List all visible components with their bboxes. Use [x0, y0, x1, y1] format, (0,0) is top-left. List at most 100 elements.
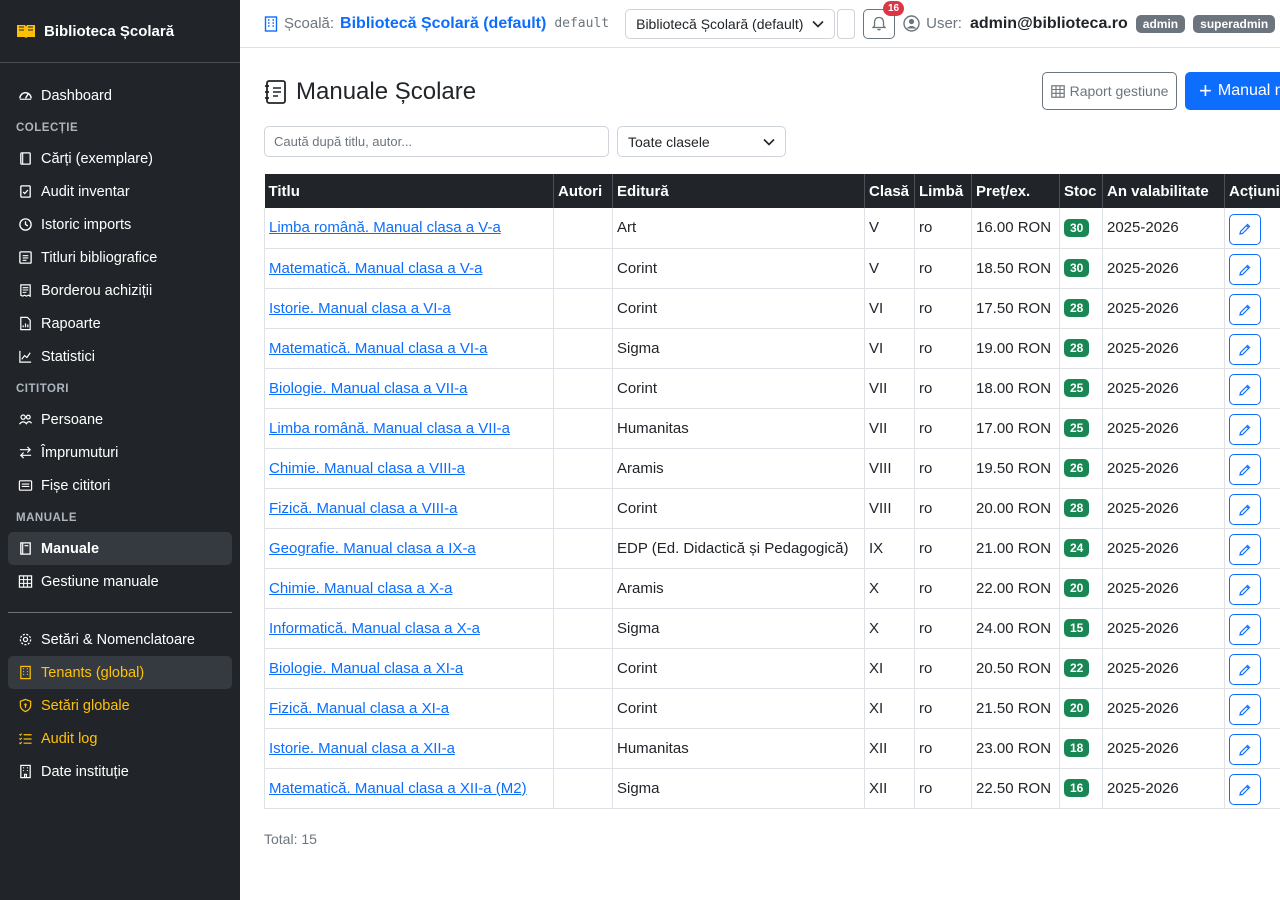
cell-stock: 22	[1059, 648, 1103, 689]
edit-button[interactable]	[1229, 254, 1261, 285]
manual-title-link[interactable]: Limba română. Manual clasa a VII-a	[269, 420, 510, 437]
cell-language: ro	[914, 288, 972, 329]
stock-badge: 30	[1064, 218, 1090, 237]
sidebar-item-date-institutie[interactable]: Date instituție	[8, 755, 232, 788]
manual-title-link[interactable]: Matematică. Manual clasa a XII-a (M2)	[269, 780, 527, 797]
edit-button[interactable]	[1229, 294, 1261, 325]
sidebar-item-titluri[interactable]: Titluri bibliografice	[8, 241, 232, 274]
cell-price: 22.50 RON	[971, 768, 1060, 809]
report-icon	[20, 316, 31, 331]
manual-title-link[interactable]: Matematică. Manual clasa a VI-a	[269, 340, 487, 357]
school-switch-button[interactable]	[837, 8, 856, 39]
notifications-button[interactable]: 16	[863, 0, 905, 39]
manual-title-link[interactable]: Istorie. Manual clasa a VI-a	[269, 300, 451, 317]
edit-button[interactable]	[1229, 454, 1261, 485]
manual-title-link[interactable]: Informatică. Manual clasa a X-a	[269, 620, 480, 637]
cell-authors	[553, 528, 613, 569]
edit-button[interactable]	[1229, 213, 1261, 245]
sidebar-item-manuale[interactable]: Manuale	[8, 532, 232, 565]
sidebar-item-rapoarte[interactable]: Rapoarte	[8, 307, 232, 340]
edit-button[interactable]	[1229, 774, 1261, 805]
manual-title-link[interactable]: Fizică. Manual clasa a XI-a	[269, 700, 449, 717]
class-filter-select[interactable]: Toate clasele	[617, 126, 786, 157]
class-filter-value: Toate clasele	[628, 133, 710, 150]
cell-language: ro	[914, 248, 972, 289]
brand[interactable]: Biblioteca Școlară	[0, 0, 240, 63]
edit-button[interactable]	[1229, 574, 1261, 605]
sidebar-item-label: Rapoarte	[41, 315, 101, 332]
notifications-count-badge: 16	[882, 0, 905, 16]
sidebar-item-label: Audit log	[41, 730, 98, 747]
edit-button[interactable]	[1229, 734, 1261, 765]
cell-title: Biologie. Manual clasa a XI-a	[264, 648, 554, 689]
manual-title-link[interactable]: Biologie. Manual clasa a VII-a	[269, 380, 467, 397]
sidebar-item-setari-globale[interactable]: Setări globale	[8, 689, 232, 722]
sidebar-item-persoane[interactable]: Persoane	[8, 403, 232, 436]
sidebar-item-imprumuturi[interactable]: Împrumuturi	[8, 436, 232, 469]
edit-button[interactable]	[1229, 694, 1261, 725]
cell-class: VI	[864, 288, 915, 329]
search-input[interactable]	[264, 126, 609, 157]
cell-title: Limba română. Manual clasa a VII-a	[264, 408, 554, 449]
cell-authors	[553, 488, 613, 529]
edit-button[interactable]	[1229, 334, 1261, 365]
cell-actions	[1224, 208, 1280, 249]
sidebar-item-gestiune-manuale[interactable]: Gestiune manuale	[8, 565, 232, 598]
stock-badge: 20	[1064, 699, 1090, 717]
edit-button[interactable]	[1229, 614, 1261, 645]
sidebar-item-dashboard[interactable]: Dashboard	[8, 79, 232, 112]
cell-authors	[553, 408, 613, 449]
filters-bar: Toate clasele	[264, 126, 1280, 174]
sidebar-item-istoric-imports[interactable]: Istoric imports	[8, 208, 232, 241]
cell-price: 19.50 RON	[971, 448, 1060, 489]
add-manual-button[interactable]: + Manual nou	[1185, 72, 1280, 110]
stock-badge: 24	[1064, 539, 1090, 557]
cell-year: 2025-2026	[1102, 648, 1225, 689]
sidebar-item-audit-inventar[interactable]: Audit inventar	[8, 175, 232, 208]
dashboard-icon	[19, 92, 32, 100]
manual-title-link[interactable]: Chimie. Manual clasa a X-a	[269, 580, 452, 597]
page-title: Manuale Școlare	[264, 78, 476, 106]
manual-title-link[interactable]: Istorie. Manual clasa a XII-a	[269, 740, 455, 757]
sidebar-item-audit-log[interactable]: Audit log	[8, 722, 232, 755]
sidebar-item-fise-cititori[interactable]: Fișe cititori	[8, 469, 232, 502]
column-header[interactable]: Autori	[553, 174, 613, 208]
cell-authors	[553, 688, 613, 729]
column-header[interactable]: Titlu	[264, 174, 554, 208]
table-row: Istorie. Manual clasa a XII-a Humanitas XI…	[264, 728, 1280, 769]
report-button[interactable]: Raport gestiune	[1042, 72, 1177, 110]
manual-title-link[interactable]: Matematică. Manual clasa a V-a	[269, 260, 482, 277]
sidebar-item-tenants[interactable]: Tenants (global)	[8, 656, 232, 689]
sidebar-item-setari[interactable]: Setări & Nomenclatoare	[8, 623, 232, 656]
column-header[interactable]: Limbă	[914, 174, 972, 208]
column-header[interactable]: Clasă	[864, 174, 915, 208]
column-header[interactable]: Editură	[612, 174, 865, 208]
sidebar-item-statistici[interactable]: Statistici	[8, 340, 232, 373]
manual-title-link[interactable]: Limba română. Manual clasa a V-a	[269, 219, 501, 236]
cell-actions	[1224, 608, 1280, 649]
cell-class: IX	[864, 528, 915, 569]
edit-button[interactable]	[1229, 414, 1261, 445]
manual-title-link[interactable]: Chimie. Manual clasa a VIII-a	[269, 460, 465, 477]
gear-icon	[19, 633, 32, 646]
pencil-icon	[1239, 744, 1251, 756]
edit-button[interactable]	[1229, 494, 1261, 525]
cell-authors	[553, 328, 613, 369]
manual-title-link[interactable]: Geografie. Manual clasa a IX-a	[269, 540, 476, 557]
pencil-icon	[1239, 464, 1251, 476]
edit-button[interactable]	[1229, 534, 1261, 565]
manual-title-link[interactable]: Fizică. Manual clasa a VIII-a	[269, 500, 457, 517]
column-header[interactable]: Stoc	[1059, 174, 1103, 208]
cell-class: VIII	[864, 488, 915, 529]
table-row: Matematică. Manual clasa a VI-a Sigma VI ro…	[264, 328, 1280, 369]
sidebar-item-carti[interactable]: Cărți (exemplare)	[8, 142, 232, 175]
sidebar-item-borderou[interactable]: Borderou achiziții	[8, 274, 232, 307]
column-header[interactable]: An valabilitate	[1102, 174, 1225, 208]
column-header[interactable]: Preț/ex.	[971, 174, 1060, 208]
manual-title-link[interactable]: Biologie. Manual clasa a XI-a	[269, 660, 463, 677]
cell-title: Istorie. Manual clasa a XII-a	[264, 728, 554, 769]
edit-button[interactable]	[1229, 654, 1261, 685]
edit-button[interactable]	[1229, 374, 1261, 405]
school-select[interactable]: Bibliotecă Școlară (default)	[625, 8, 836, 39]
page-title-text: Manuale Școlare	[296, 78, 477, 105]
